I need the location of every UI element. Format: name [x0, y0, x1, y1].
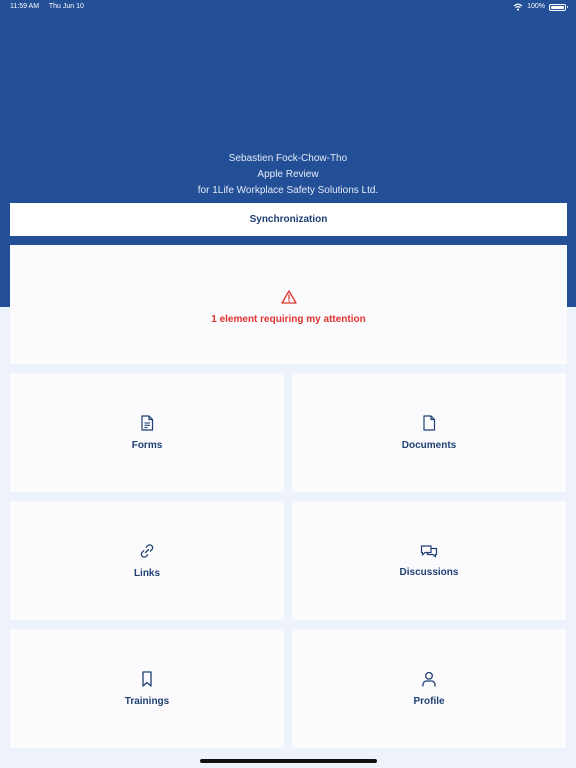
tile-documents[interactable]: Documents	[292, 373, 566, 492]
user-role: Apple Review	[257, 169, 319, 180]
status-bar: 11:59 AM Thu Jun 10 100%	[0, 0, 576, 14]
status-time: 11:59 AM	[10, 3, 40, 10]
document-icon	[422, 414, 436, 436]
attention-card[interactable]: 1 element requiring my attention	[10, 245, 567, 364]
tile-forms[interactable]: Forms	[10, 373, 284, 492]
form-document-icon	[140, 414, 154, 436]
tile-label-discussions: Discussions	[399, 566, 459, 578]
tile-profile[interactable]: Profile	[292, 629, 566, 748]
battery-percentage: 100%	[527, 3, 545, 10]
tile-label-documents: Documents	[401, 439, 457, 451]
user-company: for 1Life Workplace Safety Solutions Ltd…	[197, 185, 379, 196]
tile-discussions[interactable]: Discussions	[292, 501, 566, 620]
status-date: Thu Jun 10	[48, 3, 84, 10]
tile-label-trainings: Trainings	[124, 695, 170, 707]
bookmark-icon	[141, 670, 153, 692]
battery-icon	[549, 3, 568, 11]
user-info: Sebastien Fock-Chow-Tho Apple Review for…	[0, 151, 576, 199]
tile-label-forms: Forms	[131, 439, 163, 451]
user-icon	[421, 671, 437, 692]
tile-label-links: Links	[133, 567, 161, 579]
wifi-icon	[513, 3, 523, 11]
synchronization-button[interactable]: Synchronization	[10, 203, 567, 236]
tile-label-profile: Profile	[413, 695, 445, 707]
attention-message: 1 element requiring my attention	[211, 314, 366, 325]
user-name: Sebastien Fock-Chow-Tho	[228, 153, 348, 164]
link-icon	[139, 543, 155, 564]
chat-bubbles-icon	[420, 544, 438, 563]
home-screen: 11:59 AM Thu Jun 10 100% Sebastien Fock-…	[0, 0, 576, 768]
tile-links[interactable]: Links	[10, 501, 284, 620]
home-indicator[interactable]	[200, 759, 377, 763]
warning-triangle-icon	[280, 290, 297, 309]
tile-trainings[interactable]: Trainings	[10, 629, 284, 748]
